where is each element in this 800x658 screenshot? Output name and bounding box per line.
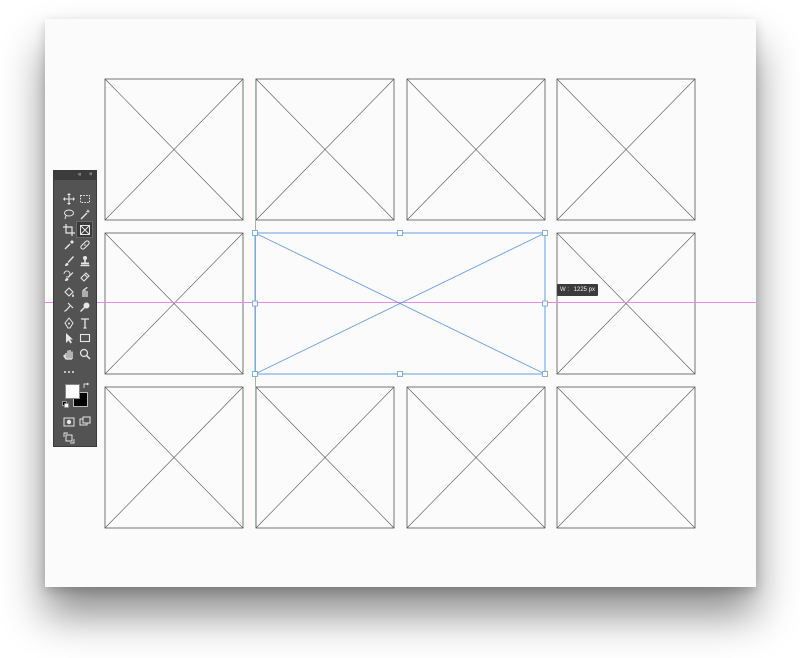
paint-bucket-tool-icon	[63, 286, 74, 297]
tooltip-value: 1225 px	[573, 287, 596, 293]
burn-tool-button[interactable]	[61, 300, 76, 315]
path-selection-tool-icon	[65, 333, 73, 344]
eyedropper-tool-button[interactable]	[61, 238, 76, 253]
image-frame[interactable]	[255, 386, 395, 529]
pen-tool-button[interactable]	[61, 315, 76, 330]
transform-handle[interactable]	[397, 230, 403, 236]
image-frame[interactable]	[104, 78, 244, 221]
artboard-button[interactable]	[61, 430, 76, 445]
history-brush-tool-icon	[63, 270, 73, 281]
quick-mask-button[interactable]	[61, 414, 76, 429]
image-frame[interactable]	[556, 78, 696, 221]
path-selection-tool-button[interactable]	[61, 331, 76, 346]
crop-tool-icon	[62, 223, 75, 236]
pen-tool-icon	[63, 316, 74, 328]
type-tool-button[interactable]	[77, 315, 92, 330]
swap-colors-icon[interactable]	[83, 382, 90, 389]
more-tools-icon	[63, 370, 74, 373]
magic-wand-tool-button[interactable]	[77, 207, 92, 222]
tools-panel[interactable]: « ×	[53, 170, 97, 447]
burn-tool-icon	[63, 302, 73, 312]
image-frame[interactable]	[556, 386, 696, 529]
smudge-tool-button[interactable]	[77, 284, 92, 299]
zoom-tool-icon	[79, 348, 91, 360]
width-readout-tooltip: W : 1225 px	[557, 284, 598, 296]
transform-handle[interactable]	[542, 230, 548, 236]
transform-handle[interactable]	[252, 230, 258, 236]
eraser-tool-button[interactable]	[77, 269, 92, 284]
zoom-tool-button[interactable]	[77, 346, 92, 361]
type-tool-icon	[80, 317, 89, 329]
eraser-tool-icon	[79, 272, 90, 282]
screen-mode-icon	[79, 416, 90, 425]
close-icon[interactable]: ×	[89, 171, 93, 180]
collapse-icon[interactable]: «	[78, 171, 81, 180]
tools-panel-header[interactable]: « ×	[54, 171, 96, 180]
marquee-tool-button[interactable]	[77, 191, 92, 206]
tooltip-label: W :	[560, 287, 569, 293]
image-frame[interactable]	[406, 78, 546, 221]
move-tool-button[interactable]	[61, 191, 76, 206]
brush-tool-icon	[64, 255, 74, 266]
dodge-tool-button[interactable]	[77, 300, 92, 315]
image-frame[interactable]	[255, 78, 395, 221]
move-tool-icon	[62, 192, 75, 205]
healing-brush-tool-icon	[79, 240, 90, 250]
eyedropper-tool-icon	[64, 240, 74, 250]
clone-stamp-tool-icon	[80, 255, 89, 266]
transform-handle[interactable]	[542, 300, 548, 307]
hand-tool-button[interactable]	[61, 346, 76, 361]
lasso-tool-icon	[63, 209, 74, 220]
crop-tool-button[interactable]	[61, 222, 76, 237]
history-brush-tool-button[interactable]	[61, 269, 76, 284]
screen-mode-button[interactable]	[77, 414, 92, 429]
default-colors-icon[interactable]	[62, 401, 69, 408]
frame-tool-icon	[79, 224, 90, 235]
transform-handle[interactable]	[397, 371, 403, 377]
rectangle-tool-button[interactable]	[77, 331, 92, 346]
healing-brush-tool-button[interactable]	[77, 238, 92, 253]
quick-mask-icon	[63, 417, 74, 426]
frame-tool-button[interactable]	[76, 221, 93, 238]
rectangle-tool-icon	[79, 333, 90, 343]
magic-wand-tool-icon	[80, 209, 90, 220]
image-frame[interactable]	[104, 232, 244, 375]
more-tools-button[interactable]	[61, 364, 76, 379]
transform-handle[interactable]	[542, 371, 548, 377]
clone-stamp-tool-button[interactable]	[77, 253, 92, 268]
hand-tool-icon	[62, 349, 73, 360]
image-frame[interactable]	[556, 232, 696, 375]
selected-image-frame[interactable]	[254, 232, 546, 375]
color-swatches[interactable]	[62, 381, 90, 409]
paint-bucket-tool-button[interactable]	[61, 284, 76, 299]
lasso-tool-button[interactable]	[61, 207, 76, 222]
transform-handle[interactable]	[252, 371, 258, 377]
image-frame[interactable]	[104, 386, 244, 529]
dodge-tool-icon	[79, 302, 89, 313]
marquee-tool-icon	[79, 194, 90, 203]
brush-tool-button[interactable]	[61, 253, 76, 268]
artboard-icon	[63, 432, 74, 443]
foreground-color-swatch[interactable]	[65, 384, 80, 399]
image-frame[interactable]	[406, 386, 546, 529]
smudge-tool-icon	[81, 286, 88, 297]
artboard-layer	[45, 78, 756, 529]
transform-handle[interactable]	[252, 300, 258, 307]
